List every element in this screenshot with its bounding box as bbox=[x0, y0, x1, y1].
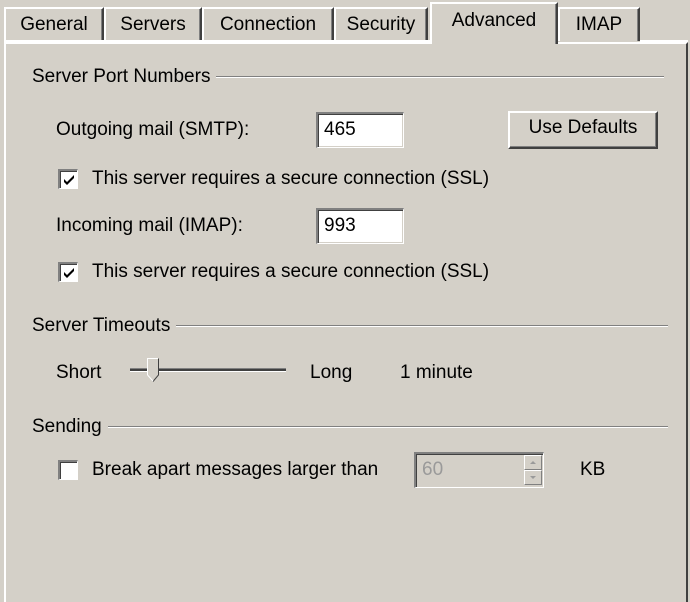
tab-security-label: Security bbox=[346, 14, 416, 35]
tab-general-label: General bbox=[20, 14, 88, 35]
outgoing-ssl-label: This server requires a secure connection… bbox=[92, 168, 490, 189]
tab-connection-label: Connection bbox=[219, 14, 317, 35]
size-unit-label: KB bbox=[580, 459, 606, 480]
timeouts-heading: Server Timeouts bbox=[32, 315, 177, 337]
outgoing-port-field[interactable]: 465 bbox=[316, 112, 404, 148]
timeout-short-label: Short bbox=[56, 362, 102, 383]
size-spin-down-button[interactable] bbox=[524, 470, 542, 485]
timeout-long-label: Long bbox=[310, 362, 353, 383]
tab-advanced-label: Advanced bbox=[451, 10, 537, 31]
tab-servers-label: Servers bbox=[120, 14, 186, 35]
tab-imap-label: IMAP bbox=[575, 14, 623, 35]
spin-up-arrow-icon bbox=[530, 461, 536, 464]
timeout-slider-thumb[interactable] bbox=[147, 358, 160, 382]
timeout-value-label: 1 minute bbox=[400, 362, 473, 383]
break-apart-label: Break apart messages larger than bbox=[92, 459, 379, 480]
break-apart-checkbox[interactable] bbox=[58, 460, 78, 480]
use-defaults-button[interactable]: Use Defaults bbox=[508, 111, 658, 149]
checkmark-icon bbox=[64, 175, 74, 185]
tab-imap[interactable]: IMAP bbox=[558, 7, 640, 41]
incoming-ssl-label: This server requires a secure connection… bbox=[92, 261, 490, 282]
size-spin-up-button[interactable] bbox=[524, 455, 542, 470]
tab-general[interactable]: General bbox=[4, 7, 104, 41]
spin-down-arrow-icon bbox=[530, 476, 536, 479]
outgoing-mail-label: Outgoing mail (SMTP): bbox=[56, 119, 250, 140]
sending-divider bbox=[32, 426, 668, 428]
tab-connection[interactable]: Connection bbox=[202, 7, 334, 41]
tab-advanced[interactable]: Advanced bbox=[430, 2, 558, 44]
incoming-mail-label: Incoming mail (IMAP): bbox=[56, 215, 243, 236]
tab-security[interactable]: Security bbox=[334, 7, 428, 41]
incoming-port-field[interactable]: 993 bbox=[316, 208, 404, 244]
outgoing-ssl-checkbox[interactable] bbox=[58, 169, 78, 189]
server-ports-heading: Server Port Numbers bbox=[32, 66, 217, 88]
tab-servers[interactable]: Servers bbox=[104, 7, 202, 41]
sending-heading: Sending bbox=[32, 416, 108, 438]
checkmark-icon bbox=[64, 268, 74, 278]
incoming-ssl-checkbox[interactable] bbox=[58, 262, 78, 282]
